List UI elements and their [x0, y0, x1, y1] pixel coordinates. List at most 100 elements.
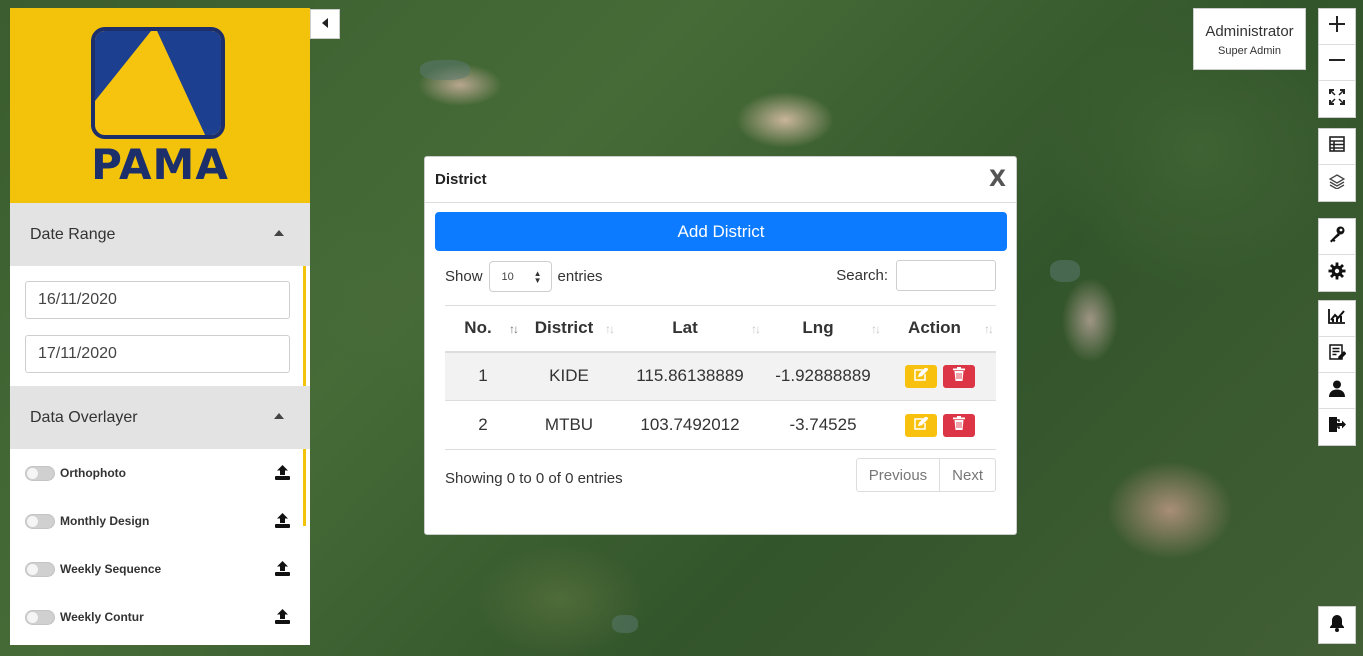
upload-icon[interactable]	[274, 560, 291, 582]
table-search: Search:	[836, 260, 996, 291]
cell-lng: -3.74525	[763, 400, 883, 450]
date-range-inputs: 16/11/2020 17/11/2020	[10, 266, 310, 386]
layer-label: Monthly Design	[60, 514, 150, 528]
caret-up-icon	[274, 413, 284, 419]
caret-left-icon	[321, 15, 329, 33]
page-length-select[interactable]: 10 ▲ ▼	[488, 261, 552, 292]
pama-logo	[91, 27, 225, 139]
caret-up-icon	[274, 230, 284, 236]
user-icon	[1329, 380, 1345, 402]
layer-toggle[interactable]	[25, 465, 55, 481]
user-button[interactable]	[1319, 373, 1355, 409]
layer-toggle[interactable]	[25, 513, 55, 529]
settings-controls	[1318, 218, 1356, 292]
column-header-action[interactable]: Action ↑↓	[883, 305, 996, 353]
modal-title: District	[435, 171, 487, 188]
gear-icon	[1328, 262, 1346, 285]
pagination: Previous Next	[855, 458, 996, 492]
cell-action	[883, 400, 996, 450]
date-range-title: Date Range	[30, 225, 116, 243]
table-info: Showing 0 to 0 of 0 entries	[445, 470, 623, 487]
page-length-value: 10	[501, 270, 514, 283]
zoom-out-button[interactable]	[1319, 45, 1355, 81]
sidebar-collapse-button[interactable]	[310, 9, 340, 39]
user-role: Super Admin	[1218, 45, 1281, 57]
map-zoom-controls	[1318, 8, 1356, 118]
report-icon	[1328, 343, 1347, 366]
column-header-district[interactable]: District ↑↓	[521, 305, 617, 353]
chart-icon	[1328, 308, 1346, 329]
layer-toggle[interactable]	[25, 561, 55, 577]
cell-no: 1	[445, 351, 521, 401]
show-label: Show	[445, 268, 483, 285]
edit-button[interactable]	[904, 364, 937, 388]
previous-page-button[interactable]: Previous	[857, 459, 939, 491]
settings-button[interactable]	[1319, 255, 1355, 291]
delete-button[interactable]	[942, 364, 975, 388]
logo-area: PAMA	[10, 8, 310, 203]
logout-button[interactable]	[1319, 409, 1355, 445]
layer-item-monthly-design: Monthly Design	[10, 497, 310, 545]
table-header-row: No. ↑↓ District ↑↓ Lat ↑↓ Lng ↑↓ Action ↑↓	[445, 305, 996, 353]
cell-action	[883, 351, 996, 401]
table-row: 1 KIDE 115.86138889 -1.92888889	[445, 351, 996, 401]
data-overlayer-header[interactable]: Data Overlayer	[10, 386, 310, 449]
date-range-header[interactable]: Date Range	[10, 203, 310, 266]
end-date-input[interactable]: 17/11/2020	[25, 335, 290, 373]
layer-item-orthophoto: Orthophoto	[10, 449, 310, 497]
chart-button[interactable]	[1319, 301, 1355, 337]
sort-icon: ↑↓	[871, 322, 881, 336]
upload-icon[interactable]	[274, 464, 291, 486]
layer-toggle[interactable]	[25, 609, 55, 625]
sort-icon: ↑↓	[509, 322, 519, 336]
layer-label: Weekly Sequence	[60, 562, 162, 576]
layers-button[interactable]	[1319, 165, 1355, 201]
delete-button[interactable]	[942, 413, 975, 437]
start-date-input[interactable]: 16/11/2020	[25, 281, 290, 319]
layer-item-weekly-contur: Weekly Contur	[10, 593, 310, 641]
column-header-lng[interactable]: Lng ↑↓	[763, 305, 883, 353]
layer-label: Orthophoto	[60, 466, 126, 480]
report-controls	[1318, 300, 1356, 446]
sidebar: PAMA Date Range 16/11/2020 17/11/2020 Da…	[10, 8, 310, 645]
layer-item-weekly-sequence: Weekly Sequence	[10, 545, 310, 593]
key-icon	[1328, 225, 1346, 248]
zoom-in-button[interactable]	[1319, 9, 1355, 45]
page-length-control: Show 10 ▲ ▼ entries	[445, 261, 603, 292]
cell-lat: 115.86138889	[617, 351, 763, 401]
logo-text: PAMA	[91, 140, 229, 189]
cell-no: 2	[445, 400, 521, 450]
user-card[interactable]: Administrator Super Admin	[1193, 8, 1306, 70]
bell-icon	[1329, 614, 1345, 637]
column-header-lat[interactable]: Lat ↑↓	[617, 305, 763, 353]
trash-icon	[952, 415, 965, 435]
report-button[interactable]	[1319, 337, 1355, 373]
sort-icon: ↑↓	[751, 322, 761, 336]
cell-district: MTBU	[521, 400, 617, 450]
plus-icon	[1328, 15, 1346, 38]
notifications-button[interactable]	[1318, 606, 1356, 644]
table-icon	[1329, 136, 1345, 157]
select-arrows-icon: ▲ ▼	[533, 269, 542, 285]
add-district-button[interactable]: Add District	[435, 212, 1007, 251]
upload-icon[interactable]	[274, 512, 291, 534]
edit-icon	[913, 415, 929, 435]
entries-label: entries	[557, 268, 603, 285]
upload-icon[interactable]	[274, 608, 291, 630]
user-name: Administrator	[1205, 23, 1294, 40]
cell-lat: 103.7492012	[617, 400, 763, 450]
key-button[interactable]	[1319, 219, 1355, 255]
edit-icon	[913, 366, 929, 386]
table-row: 2 MTBU 103.7492012 -3.74525	[445, 400, 996, 450]
edit-button[interactable]	[904, 413, 937, 437]
search-input[interactable]	[896, 260, 996, 291]
fullscreen-icon	[1329, 88, 1345, 110]
next-page-button[interactable]: Next	[939, 459, 995, 491]
table-button[interactable]	[1319, 129, 1355, 165]
district-modal: District X Add District Show 10 ▲ ▼ entri…	[424, 156, 1017, 535]
fullscreen-button[interactable]	[1319, 81, 1355, 117]
map-view-controls	[1318, 128, 1356, 202]
modal-close-button[interactable]: X	[989, 169, 1006, 191]
column-header-no[interactable]: No. ↑↓	[445, 305, 521, 353]
layer-label: Weekly Contur	[60, 610, 144, 624]
